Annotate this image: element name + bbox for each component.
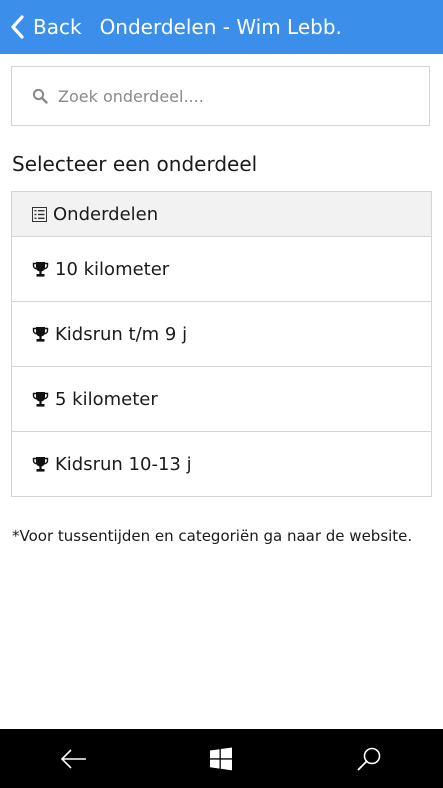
list-item-label: 10 kilometer xyxy=(55,258,170,280)
search-input[interactable] xyxy=(56,85,390,107)
chevron-left-icon xyxy=(11,15,24,39)
back-button[interactable]: Back xyxy=(0,0,82,54)
list-header: Onderdelen xyxy=(12,192,431,237)
search-icon xyxy=(357,747,381,770)
onderdelen-list: Onderdelen 10 kilometer Kidsrun t/m 9 j xyxy=(11,191,432,497)
search-icon xyxy=(32,88,48,104)
list-icon xyxy=(32,206,47,222)
back-label: Back xyxy=(33,15,82,39)
list-item-kidsrun-10-13[interactable]: Kidsrun 10-13 j xyxy=(12,432,431,496)
nav-search-button[interactable] xyxy=(329,729,409,788)
back-arrow-icon xyxy=(60,748,86,769)
page-title: Onderdelen - Wim Lebb... xyxy=(99,15,340,39)
trophy-icon xyxy=(32,261,49,277)
app-header: Back Onderdelen - Wim Lebb... xyxy=(0,0,443,54)
website-note: *Voor tussentijden en categoriën ga naar… xyxy=(12,527,413,545)
list-item-label: Kidsrun t/m 9 j xyxy=(55,323,188,345)
nav-back-button[interactable] xyxy=(34,729,114,788)
windows-icon xyxy=(210,747,233,770)
list-item-10-kilometer[interactable]: 10 kilometer xyxy=(12,237,431,302)
list-item-label: 5 kilometer xyxy=(55,388,158,410)
section-title: Selecteer een onderdeel xyxy=(12,152,258,176)
trophy-icon xyxy=(32,391,49,407)
trophy-icon xyxy=(32,326,49,342)
list-item-kidsrun-tm-9[interactable]: Kidsrun t/m 9 j xyxy=(12,302,431,367)
list-header-label: Onderdelen xyxy=(53,203,159,225)
list-item-5-kilometer[interactable]: 5 kilometer xyxy=(12,367,431,432)
system-navbar xyxy=(0,729,443,788)
list-item-label: Kidsrun 10-13 j xyxy=(55,453,192,475)
trophy-icon xyxy=(32,456,49,472)
nav-start-button[interactable] xyxy=(181,729,261,788)
search-box[interactable] xyxy=(11,66,430,126)
